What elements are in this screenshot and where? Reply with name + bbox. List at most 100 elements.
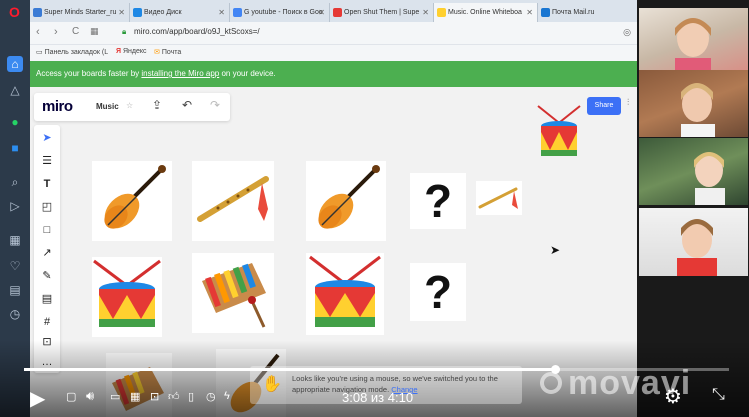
participant-video-4[interactable] (639, 208, 748, 276)
board-title[interactable]: Music (96, 102, 119, 111)
play-icon[interactable]: ▶ (30, 386, 45, 411)
participant-video-2[interactable] (639, 70, 748, 137)
lock-icon: 🔒︎ (122, 27, 127, 36)
settings-icon[interactable]: ⚙ (664, 384, 682, 409)
tab-music-whiteboard[interactable]: Music. Online Whiteboa ✕ (434, 3, 538, 22)
xylophone-card[interactable] (192, 253, 274, 333)
shape-icon[interactable]: □ (38, 221, 56, 239)
arrow-icon[interactable]: ↗ (38, 244, 56, 262)
tab-youtube-search[interactable]: G youtube - Поиск в Goo ✕ (230, 3, 330, 22)
back-icon[interactable]: ‹ (36, 26, 40, 38)
participant-video-1[interactable] (639, 8, 748, 75)
templates-icon[interactable]: ☰ (38, 152, 56, 170)
install-app-link[interactable]: installing the Miro app (141, 69, 219, 78)
frame-icon[interactable]: # (38, 313, 56, 331)
xylophone-icon (202, 263, 266, 328)
flute-card-small[interactable] (476, 181, 522, 215)
address-bar: ‹ › C ▦ 🔒︎ miro.com/app/board/o9J_ktScox… (30, 22, 637, 45)
tab-mail[interactable]: Почта Mail.ru (538, 3, 637, 22)
captions-icon[interactable]: ▢ (66, 390, 76, 403)
text-tool-icon[interactable]: T (38, 175, 56, 193)
url-field[interactable]: miro.com/app/board/o9J_ktScoxs=/ (134, 27, 260, 36)
banner-text-suffix: on your device. (219, 69, 276, 78)
close-icon[interactable]: ✕ (218, 3, 225, 22)
tab-favicon (437, 8, 446, 17)
close-icon[interactable]: ✕ (118, 3, 125, 22)
flute-card[interactable] (192, 161, 274, 241)
close-icon[interactable]: ✕ (422, 3, 429, 22)
history-icon[interactable]: ◷ (7, 306, 23, 322)
flash-icon[interactable]: ϟ (224, 390, 230, 402)
install-app-banner: Access your boards faster by installing … (30, 61, 637, 87)
seek-handle[interactable] (550, 365, 560, 374)
question-card-2[interactable]: ? (410, 263, 466, 321)
qr-icon[interactable]: ▦ (130, 390, 140, 403)
question-card[interactable]: ? (410, 173, 466, 229)
heart-icon[interactable]: ♡ (7, 258, 23, 274)
tab-favicon (33, 8, 42, 17)
tab-video-disk[interactable]: Видео Диск ✕ (130, 3, 230, 22)
tab-super-minds[interactable]: Super Minds Starter_ru ✕ (30, 3, 130, 22)
drum-card-small[interactable] (536, 104, 582, 164)
volume-icon[interactable]: 🔊︎ (86, 388, 94, 404)
pen-icon[interactable]: ✎ (38, 267, 56, 285)
home-icon[interactable]: ⌂ (7, 56, 23, 72)
close-icon[interactable]: ✕ (318, 3, 325, 22)
drum-card[interactable] (92, 257, 162, 337)
drum-card-2[interactable] (306, 253, 384, 335)
fullscreen-icon[interactable]: ⤡ (712, 386, 725, 404)
messenger-icon[interactable]: ■ (7, 140, 23, 156)
house-icon[interactable]: △ (7, 82, 23, 98)
bookmarks-bar: ▭ Панель закладок (L Я Яндекс ✉ Почта (30, 45, 637, 61)
violin-icon (318, 165, 380, 229)
screen-share-icon[interactable]: ▭ (110, 390, 120, 403)
search-icon[interactable]: ⌕ (7, 174, 23, 190)
news-icon[interactable]: ▤ (7, 282, 23, 298)
sticky-note-icon[interactable]: ◰ (38, 198, 56, 216)
board-menu-icon[interactable]: ⫶ (627, 97, 629, 108)
select-cursor-icon[interactable]: ➤ (38, 129, 56, 147)
miro-logo[interactable]: miro (42, 98, 73, 115)
note-icon[interactable]: ▯ (188, 390, 194, 403)
bookmark-label: Панель закладок (L (44, 49, 109, 56)
bookmark-mail[interactable]: ✉ Почта (154, 48, 181, 56)
timer-icon[interactable]: ◷ (206, 390, 216, 403)
camera-icon[interactable]: ◎ (623, 27, 631, 38)
star-icon[interactable]: ☆ (126, 101, 133, 110)
undo-icon[interactable]: ↶ (182, 98, 192, 112)
participant-video-3[interactable] (639, 138, 748, 205)
tab-label: Music. Online Whiteboa (448, 9, 522, 16)
opera-logo-icon[interactable]: O (9, 4, 20, 20)
violin-card-2[interactable] (306, 161, 386, 241)
child-avatar (694, 152, 725, 205)
reload-icon[interactable]: C (72, 26, 79, 37)
like-icon[interactable]: 👍︎ (168, 390, 180, 403)
timecode: 3:08 из 4:10 (342, 390, 414, 405)
tab-open-shut-them[interactable]: Open Shut Them | Supe ✕ (330, 3, 434, 22)
tab-favicon (233, 8, 242, 17)
tab-favicon (541, 8, 550, 17)
tab-bar: Super Minds Starter_ru ✕ Видео Диск ✕ G yo… (30, 0, 637, 22)
violin-icon (104, 165, 166, 229)
drum-icon (309, 255, 381, 327)
comment-icon[interactable]: ▤ (38, 290, 56, 308)
tab-label: Super Minds Starter_ru (44, 9, 117, 16)
redo-icon[interactable]: ↷ (210, 98, 220, 112)
speed-dial-icon[interactable]: ▦ (90, 26, 99, 37)
grid-icon[interactable]: ▦ (7, 232, 23, 248)
forward-icon[interactable]: › (54, 26, 58, 38)
video-frame: O ⌂ △ ● ■ ⌕ ▷ ▦ ♡ ▤ ◷ Super Minds Starte… (0, 0, 749, 417)
seek-bar[interactable] (24, 365, 729, 374)
bookmark-label: Почта (161, 49, 182, 56)
bookmark-yandex[interactable]: Я Яндекс (116, 48, 147, 55)
bookmark-panel[interactable]: ▭ Панель закладок (L (36, 48, 108, 56)
question-mark: ? (423, 175, 453, 227)
upload-icon[interactable]: ⇪ (152, 98, 162, 112)
whatsapp-icon[interactable]: ● (7, 114, 23, 130)
crop-icon[interactable]: ⊡ (150, 390, 159, 403)
child-avatar (681, 83, 715, 137)
violin-card[interactable] (92, 161, 172, 241)
share-button[interactable]: Share (587, 97, 621, 115)
close-icon[interactable]: ✕ (526, 3, 533, 22)
send-icon[interactable]: ▷ (7, 198, 23, 214)
